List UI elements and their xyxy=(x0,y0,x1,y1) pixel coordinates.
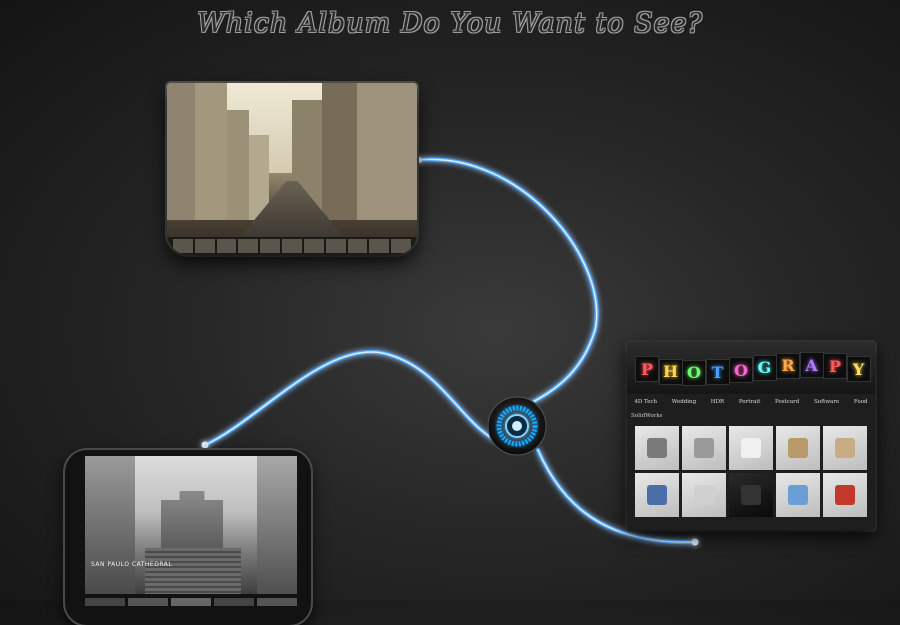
facade xyxy=(161,491,223,551)
banner-letter: Y xyxy=(846,356,871,383)
banner-letter: A xyxy=(799,352,824,379)
thumbnail-wooden-stool[interactable] xyxy=(776,426,820,470)
building-left-2 xyxy=(195,83,227,220)
nav-item[interactable]: Food xyxy=(851,398,871,410)
banner-letter: O xyxy=(729,357,753,384)
nav-item[interactable]: Wedding xyxy=(669,398,699,410)
banner-letter: H xyxy=(658,358,683,385)
thumbnail-wooden-chair[interactable] xyxy=(823,426,867,470)
thumbnail-toy-plane[interactable] xyxy=(776,473,820,517)
banner-letter: R xyxy=(776,352,800,379)
wire-end-church xyxy=(201,441,209,449)
wire-to-city xyxy=(416,157,599,410)
thumbnail-usb-plug[interactable] xyxy=(682,473,726,517)
building-left xyxy=(167,83,197,220)
camera-lens-icon[interactable] xyxy=(486,395,548,457)
thumbnail-toy-car[interactable] xyxy=(823,473,867,517)
photo-caption: SAN PAULO CATHEDRAL xyxy=(91,561,173,568)
thumbnail-strip xyxy=(167,237,417,255)
banner-letter: P xyxy=(823,353,847,380)
ruins-facade-photo: SAN PAULO CATHEDRAL xyxy=(85,456,297,594)
banner-letter: P xyxy=(635,356,659,382)
nav-item[interactable]: HDR xyxy=(708,398,727,410)
site-subheading: SolidWorks xyxy=(631,413,663,419)
banner-letter: G xyxy=(752,354,777,381)
thumbnail-drill-part[interactable] xyxy=(635,426,679,470)
nav-item[interactable]: 4D Tech xyxy=(631,398,660,410)
album-st-paul-ruins[interactable]: SAN PAULO CATHEDRAL xyxy=(65,450,311,625)
thumbnail-whistle[interactable] xyxy=(635,473,679,517)
banner-letter: O xyxy=(682,359,706,386)
album-photography-site[interactable]: PHOTOGRAPY 4D Tech Wedding HDR Portrait Post… xyxy=(627,342,875,530)
nav-item[interactable]: Portrait xyxy=(736,398,764,410)
thumbnail-strip xyxy=(85,598,297,606)
thumbnail-pin-part[interactable] xyxy=(729,426,773,470)
wire-to-church-core xyxy=(204,351,496,446)
wire-end-site xyxy=(691,538,699,546)
nav-item[interactable]: Software xyxy=(811,398,842,410)
building-right-2 xyxy=(357,83,417,220)
building-right-1 xyxy=(322,83,357,220)
site-nav: 4D Tech Wedding HDR Portrait Postcard Softwar… xyxy=(627,398,875,410)
thumbnail-dark-part[interactable] xyxy=(729,473,773,517)
album-city-street[interactable] xyxy=(167,83,417,255)
wire-to-city-core xyxy=(417,158,598,409)
building-mid-1 xyxy=(227,110,249,220)
banner: PHOTOGRAPY xyxy=(627,342,875,394)
thumbnail-grid xyxy=(635,426,869,517)
thumbnail-paper-clip[interactable] xyxy=(682,426,726,470)
nav-item[interactable]: Postcard xyxy=(772,398,802,410)
stairs xyxy=(145,548,241,594)
banner-letter: T xyxy=(705,359,730,386)
